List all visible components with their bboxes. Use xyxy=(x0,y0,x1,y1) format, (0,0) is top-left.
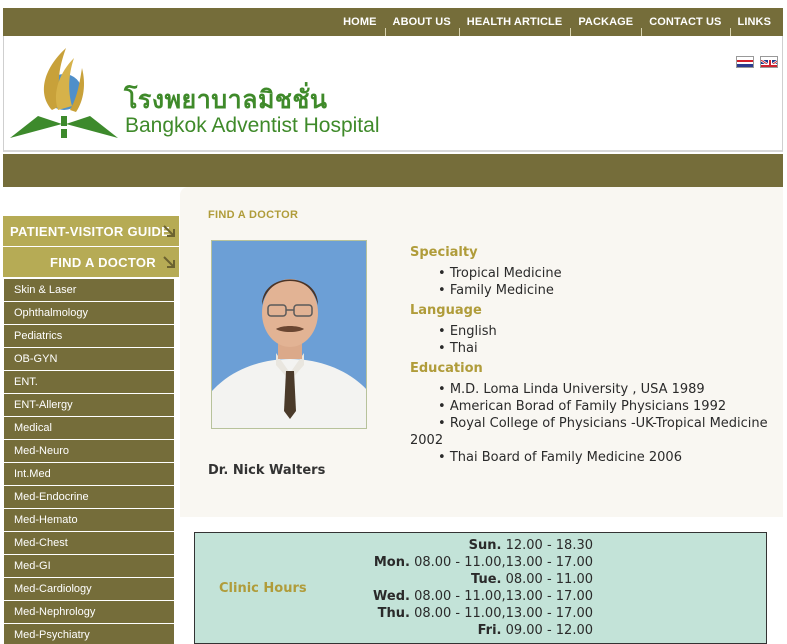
sidebar-item-med-gi[interactable]: Med-GI xyxy=(4,555,174,577)
day-label: Wed. xyxy=(373,589,410,604)
nav-health-article[interactable]: HEALTH ARTICLE xyxy=(458,8,571,36)
list-item: Thai Board of Family Medicine 2006 xyxy=(410,449,770,466)
specialty-list: Tropical Medicine Family Medicine xyxy=(410,265,770,299)
sidebar-item-med-cardiology[interactable]: Med-Cardiology xyxy=(4,578,174,600)
nav-home[interactable]: HOME xyxy=(335,8,384,36)
doctor-profile-panel: FIND A DOCTOR Dr. Nick Walters Specialty… xyxy=(180,187,783,517)
time-value: 08.00 - 11.00 xyxy=(505,572,593,587)
table-row: Tue. 08.00 - 11.00 xyxy=(345,571,593,588)
sidebar-item-med-neuro[interactable]: Med-Neuro xyxy=(4,440,174,462)
list-item: Royal College of Physicians -UK-Tropical… xyxy=(410,415,770,449)
doctor-details: Specialty Tropical Medicine Family Medic… xyxy=(410,244,770,469)
doctor-photo xyxy=(211,240,367,429)
sidebar-item-ent[interactable]: ENT. xyxy=(4,371,174,393)
sidebar-item-pediatrics[interactable]: Pediatrics xyxy=(4,325,174,347)
clinic-hours-label: Clinic Hours xyxy=(219,581,307,596)
language-flags xyxy=(736,56,778,68)
hospital-english-name: Bangkok Adventist Hospital xyxy=(125,114,380,137)
list-item: Tropical Medicine xyxy=(410,265,770,282)
nav-contact-us[interactable]: CONTACT US xyxy=(641,8,729,36)
time-value: 08.00 - 11.00,13.00 - 17.00 xyxy=(414,589,593,604)
sidebar-item-med-psychiatry[interactable]: Med-Psychiatry xyxy=(4,624,174,644)
day-label: Sun. xyxy=(468,538,502,553)
sidebar-item-med-chest[interactable]: Med-Chest xyxy=(4,532,174,554)
sidebar-item-med-hemato[interactable]: Med-Hemato xyxy=(4,509,174,531)
sidebar-item-skin-laser[interactable]: Skin & Laser xyxy=(4,279,174,301)
patient-visitor-guide-button[interactable]: PATIENT-VISITOR GUIDE xyxy=(3,216,179,246)
hospital-logo-icon[interactable] xyxy=(8,40,120,140)
sidebar: PATIENT-VISITOR GUIDE FIND A DOCTOR Skin… xyxy=(3,187,181,644)
specialty-menu: Skin & Laser Ophthalmology Pediatrics OB… xyxy=(4,279,174,644)
sidebar-item-ob-gyn[interactable]: OB-GYN xyxy=(4,348,174,370)
table-row: Sun. 12.00 - 18.30 xyxy=(345,537,593,554)
list-item: M.D. Loma Linda University , USA 1989 xyxy=(410,381,770,398)
sidebar-item-medical[interactable]: Medical xyxy=(4,417,174,439)
doctor-name: Dr. Nick Walters xyxy=(208,463,326,478)
time-value: 08.00 - 11.00,13.00 - 17.00 xyxy=(414,555,593,570)
clinic-hours-rows: Sun. 12.00 - 18.30 Mon. 08.00 - 11.00,13… xyxy=(345,537,593,639)
page-title: FIND A DOCTOR xyxy=(208,209,299,221)
list-item: English xyxy=(410,323,770,340)
specialty-heading: Specialty xyxy=(410,245,478,260)
day-label: Thu. xyxy=(377,606,410,621)
header-band xyxy=(3,154,783,187)
top-navigation: HOME ABOUT US HEALTH ARTICLE PACKAGE CON… xyxy=(3,8,783,36)
list-item: Thai xyxy=(410,340,770,357)
time-value: 12.00 - 18.30 xyxy=(505,538,593,553)
table-row: Mon. 08.00 - 11.00,13.00 - 17.00 xyxy=(345,554,593,571)
table-row: Wed. 08.00 - 11.00,13.00 - 17.00 xyxy=(345,588,593,605)
clinic-hours-table: Clinic Hours Sun. 12.00 - 18.30 Mon. 08.… xyxy=(194,532,767,644)
list-item: Family Medicine xyxy=(410,282,770,299)
table-row: Fri. 09.00 - 12.00 xyxy=(345,622,593,639)
language-list: English Thai xyxy=(410,323,770,357)
uk-flag-icon[interactable] xyxy=(760,56,778,68)
table-row: Thu. 08.00 - 11.00,13.00 - 17.00 xyxy=(345,605,593,622)
find-a-doctor-button[interactable]: FIND A DOCTOR xyxy=(3,247,179,277)
find-a-doctor-label: FIND A DOCTOR xyxy=(50,254,156,270)
sidebar-item-ent-allergy[interactable]: ENT-Allergy xyxy=(4,394,174,416)
nav-links[interactable]: LINKS xyxy=(729,8,780,36)
page-frame: HOME ABOUT US HEALTH ARTICLE PACKAGE CON… xyxy=(3,8,783,644)
nav-package[interactable]: PACKAGE xyxy=(570,8,641,36)
education-heading: Education xyxy=(410,361,483,376)
education-list: M.D. Loma Linda University , USA 1989 Am… xyxy=(410,381,770,466)
site-header: โรงพยาบาลมิชชั่น Bangkok Adventist Hospi… xyxy=(3,36,783,152)
sidebar-item-med-endocrine[interactable]: Med-Endocrine xyxy=(4,486,174,508)
sidebar-item-ophthalmology[interactable]: Ophthalmology xyxy=(4,302,174,324)
sidebar-item-int-med[interactable]: Int.Med xyxy=(4,463,174,485)
sidebar-item-med-nephrology[interactable]: Med-Nephrology xyxy=(4,601,174,623)
day-label: Tue. xyxy=(471,572,502,587)
arrow-down-right-icon xyxy=(163,256,175,268)
time-value: 08.00 - 11.00,13.00 - 17.00 xyxy=(414,606,593,621)
time-value: 09.00 - 12.00 xyxy=(505,623,593,638)
arrow-down-right-icon xyxy=(163,225,175,237)
thai-flag-icon[interactable] xyxy=(736,56,754,68)
list-item: American Borad of Family Physicians 1992 xyxy=(410,398,770,415)
day-label: Fri. xyxy=(477,623,502,638)
patient-visitor-guide-label: PATIENT-VISITOR GUIDE xyxy=(10,223,171,239)
day-label: Mon. xyxy=(373,555,410,570)
language-heading: Language xyxy=(410,303,482,318)
nav-about-us[interactable]: ABOUT US xyxy=(384,8,459,36)
